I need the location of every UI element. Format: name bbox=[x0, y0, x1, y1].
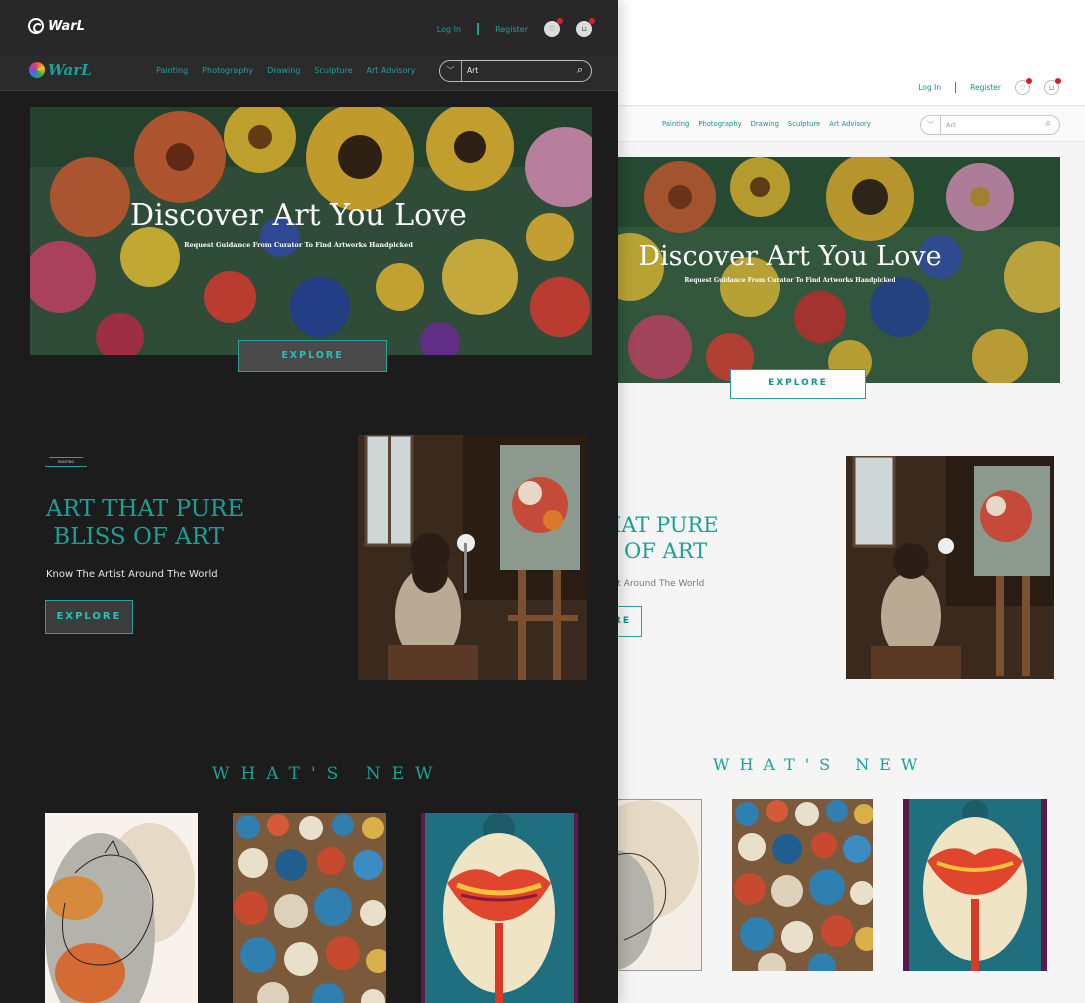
light-hero-subtitle: Request Guidance From Curator To Find Ar… bbox=[684, 277, 896, 284]
colorful-brand-text: WarL bbox=[48, 61, 92, 79]
brand-color-wheel-icon bbox=[29, 62, 45, 78]
chevron-down-icon[interactable]: ﹀ bbox=[440, 61, 462, 81]
chevron-down-icon[interactable]: ﹀ bbox=[921, 116, 941, 134]
light-feature-title-line1: HAT PURE bbox=[603, 513, 719, 537]
hero-title: Discover Art You Love bbox=[130, 198, 467, 233]
light-hero-title: Discover Art You Love bbox=[638, 241, 942, 272]
light-feature-title-line2: S OF ART bbox=[603, 539, 708, 563]
notification-dot bbox=[1026, 78, 1032, 84]
light-hero-text: Discover Art You Love Request Guidance F… bbox=[600, 240, 980, 284]
whats-new-title: WHAT'S NEW bbox=[212, 764, 444, 784]
hero-text: Discover Art You Love Request Guidance F… bbox=[30, 198, 567, 249]
light-register-link[interactable]: Register bbox=[970, 83, 1001, 92]
feature-title-line2: BLISS OF ART bbox=[46, 524, 224, 550]
search-icon[interactable]: ⌕ bbox=[577, 63, 583, 77]
light-cart-button[interactable]: ⊔ bbox=[1044, 78, 1061, 95]
notification-dot bbox=[589, 18, 595, 24]
dark-account-links: Log In Register ♡ ⊔ bbox=[437, 18, 595, 37]
light-nav-painting[interactable]: Painting bbox=[662, 120, 689, 128]
light-nav-art-advisory[interactable]: Art Advisory bbox=[829, 120, 871, 128]
new-art-card-pottery[interactable] bbox=[233, 813, 386, 1003]
divider bbox=[477, 23, 480, 35]
notification-dot bbox=[1055, 78, 1061, 84]
search-value: Art bbox=[467, 66, 479, 75]
nav-painting[interactable]: Painting bbox=[156, 66, 188, 75]
dark-nav-bar: WarL Painting Photography Drawing Sculpt… bbox=[0, 56, 618, 91]
hero-explore-button[interactable]: EXPLORE bbox=[238, 340, 387, 372]
brand-logo[interactable]: WarL bbox=[28, 18, 85, 34]
new-art-card-lips[interactable] bbox=[421, 813, 578, 1003]
light-search-input[interactable]: ﹀ Art ⌕ bbox=[920, 115, 1060, 135]
nav-art-advisory[interactable]: Art Advisory bbox=[367, 66, 416, 75]
cart-icon: ⊔ bbox=[581, 25, 587, 33]
light-new-art-card-lips[interactable] bbox=[903, 799, 1047, 971]
light-nav-photography[interactable]: Photography bbox=[698, 120, 741, 128]
wishlist-button[interactable]: ♡ bbox=[544, 18, 563, 37]
light-account-links: Log In Register ♡ ⊔ bbox=[918, 78, 1061, 95]
new-art-card-cat[interactable] bbox=[45, 813, 198, 1003]
colorful-brand-logo[interactable]: WarL bbox=[29, 61, 92, 79]
nav-sculpture[interactable]: Sculpture bbox=[314, 66, 352, 75]
nav-photography[interactable]: Photography bbox=[202, 66, 253, 75]
brand-logo-text: WarL bbox=[48, 18, 85, 34]
dark-theme-mockup: WarL Log In Register ♡ ⊔ WarL Painting P… bbox=[0, 0, 618, 1003]
login-link[interactable]: Log In bbox=[437, 25, 461, 34]
light-divider bbox=[955, 82, 957, 93]
notification-dot bbox=[557, 18, 563, 24]
cart-icon: ⊔ bbox=[1048, 83, 1055, 92]
light-nav-drawing[interactable]: Drawing bbox=[751, 120, 779, 128]
feature-title: ART THAT PURE BLISS OF ART bbox=[46, 495, 244, 551]
main-nav: Painting Photography Drawing Sculpture A… bbox=[156, 66, 415, 75]
light-new-art-card-pottery[interactable] bbox=[732, 799, 873, 971]
light-nav-sculpture[interactable]: Sculpture bbox=[788, 120, 820, 128]
light-studio-image bbox=[846, 456, 1054, 679]
artist-studio-image bbox=[358, 435, 587, 680]
category-tag: PAINTING bbox=[45, 457, 87, 467]
search-input[interactable]: ﹀ Art ⌕ bbox=[439, 60, 592, 82]
light-main-nav: Painting Photography Drawing Sculpture A… bbox=[662, 120, 871, 128]
heart-icon: ♡ bbox=[1019, 83, 1026, 92]
light-hero-explore-button[interactable]: EXPLORE bbox=[730, 369, 866, 399]
feature-subtitle: Know The Artist Around The World bbox=[46, 569, 218, 580]
heart-icon: ♡ bbox=[548, 25, 556, 33]
nav-drawing[interactable]: Drawing bbox=[267, 66, 300, 75]
mockup-stage: Log In Register ♡ ⊔ Painting Photography… bbox=[0, 0, 1085, 1003]
light-search-value: Art bbox=[946, 121, 956, 129]
feature-explore-button[interactable]: EXPLORE bbox=[45, 600, 133, 634]
register-link[interactable]: Register bbox=[495, 25, 528, 34]
light-whats-new-title: WHAT'S NEW bbox=[713, 755, 928, 774]
light-feature-subtitle: rtist Around The World bbox=[603, 579, 705, 589]
light-login-link[interactable]: Log In bbox=[918, 83, 941, 92]
dark-top-bar: WarL Log In Register ♡ ⊔ bbox=[0, 0, 618, 56]
search-icon[interactable]: ⌕ bbox=[1045, 118, 1051, 129]
hero-subtitle: Request Guidance From Curator To Find Ar… bbox=[184, 241, 413, 249]
cart-button[interactable]: ⊔ bbox=[576, 18, 595, 37]
light-wishlist-button[interactable]: ♡ bbox=[1015, 78, 1032, 95]
light-feature-title: HAT PURE S OF ART bbox=[603, 512, 719, 564]
brand-logo-mark bbox=[28, 18, 44, 34]
feature-title-line1: ART THAT PURE bbox=[46, 496, 245, 522]
